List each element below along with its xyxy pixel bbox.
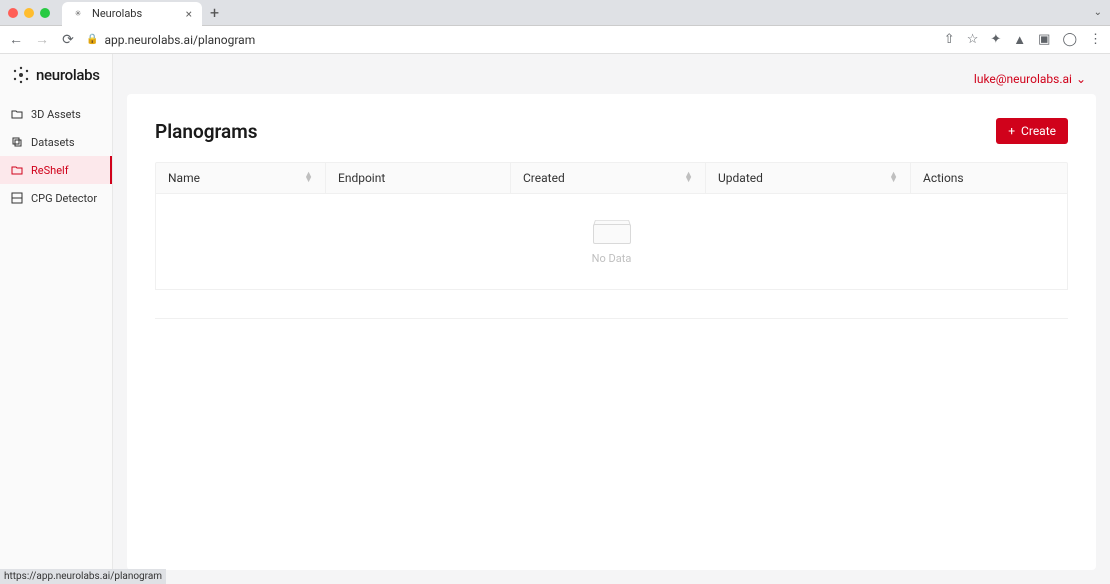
close-window-icon[interactable] [8, 8, 18, 18]
table-footer [155, 318, 1068, 319]
forward-button[interactable]: → [34, 31, 50, 48]
copy-icon [11, 136, 23, 148]
user-email-text: luke@neurolabs.ai [974, 72, 1072, 86]
reload-button[interactable]: ⟳ [60, 32, 76, 48]
column-header-name[interactable]: Name ▲▼ [156, 163, 326, 193]
folder-icon [11, 108, 23, 120]
tab-title: Neurolabs [92, 7, 178, 20]
column-header-updated[interactable]: Updated ▲▼ [706, 163, 911, 193]
column-label: Endpoint [338, 171, 385, 185]
user-menu[interactable]: luke@neurolabs.ai ⌄ [974, 72, 1086, 86]
column-label: Created [523, 171, 565, 185]
sidebar: neurolabs 3D Assets Datasets ReShelf [0, 54, 113, 584]
empty-inbox-icon [593, 218, 631, 244]
page-title: Planograms [155, 120, 258, 143]
empty-state: No Data [155, 194, 1068, 290]
tab-favicon-icon: ✳ [72, 8, 84, 20]
profile-icon[interactable]: ◯ [1062, 32, 1077, 48]
lock-icon: 🔒 [86, 34, 98, 45]
column-header-actions: Actions [911, 163, 1067, 193]
chevron-down-icon: ⌄ [1076, 72, 1086, 86]
address-bar: ← → ⟳ 🔒 app.neurolabs.ai/planogram ⇧ ☆ ✦… [0, 26, 1110, 54]
sidebar-item-3d-assets[interactable]: 3D Assets [0, 100, 112, 128]
table-header-row: Name ▲▼ Endpoint Created ▲▼ Updated ▲▼ A… [155, 162, 1068, 194]
scan-icon [11, 192, 23, 204]
back-button[interactable]: ← [8, 31, 24, 48]
tab-list-dropdown-icon[interactable]: ⌄ [1094, 7, 1102, 18]
url-text: app.neurolabs.ai/planogram [104, 33, 255, 47]
column-header-created[interactable]: Created ▲▼ [511, 163, 706, 193]
extension-icon[interactable]: ▲ [1013, 32, 1026, 48]
browser-tab-bar: ✳ Neurolabs × + ⌄ [0, 0, 1110, 26]
sidebar-item-label: ReShelf [31, 164, 69, 177]
column-label: Actions [923, 171, 964, 185]
new-tab-button[interactable]: + [210, 3, 219, 22]
logo-text: neurolabs [36, 66, 100, 84]
sidebar-item-label: CPG Detector [31, 192, 97, 205]
empty-text: No Data [592, 252, 632, 265]
logo-mark-icon [12, 66, 30, 84]
bookmark-icon[interactable]: ☆ [967, 32, 979, 48]
browser-status-bar: https://app.neurolabs.ai/planogram [0, 569, 166, 584]
maximize-window-icon[interactable] [40, 8, 50, 18]
extensions-icon[interactable]: ✦ [990, 32, 1001, 48]
sort-icon: ▲▼ [684, 173, 693, 183]
nav-list: 3D Assets Datasets ReShelf CPG Detector [0, 100, 112, 212]
column-label: Updated [718, 171, 763, 185]
window-controls [8, 8, 50, 18]
url-input[interactable]: 🔒 app.neurolabs.ai/planogram [86, 33, 934, 47]
sidebar-item-label: 3D Assets [31, 108, 81, 121]
plus-icon: + [1008, 124, 1015, 138]
browser-tab[interactable]: ✳ Neurolabs × [62, 2, 202, 26]
content-card: Planograms + Create Name ▲▼ Endpoint Cre… [127, 94, 1096, 570]
browser-toolbar-icons: ⇧ ☆ ✦ ▲ ▣ ◯ ⋮ [944, 32, 1102, 48]
sidebar-item-datasets[interactable]: Datasets [0, 128, 112, 156]
column-label: Name [168, 171, 200, 185]
logo[interactable]: neurolabs [0, 54, 112, 96]
app-container: neurolabs 3D Assets Datasets ReShelf [0, 54, 1110, 584]
sidebar-item-label: Datasets [31, 136, 75, 149]
close-tab-icon[interactable]: × [186, 7, 192, 21]
minimize-window-icon[interactable] [24, 8, 34, 18]
folder-icon [11, 164, 23, 176]
sort-icon: ▲▼ [889, 173, 898, 183]
menu-icon[interactable]: ⋮ [1089, 32, 1102, 48]
share-icon[interactable]: ⇧ [944, 32, 955, 48]
column-header-endpoint[interactable]: Endpoint [326, 163, 511, 193]
sidebar-item-cpg-detector[interactable]: CPG Detector [0, 184, 112, 212]
main-content: luke@neurolabs.ai ⌄ Planograms + Create … [113, 54, 1110, 584]
sidebar-item-reshelf[interactable]: ReShelf [0, 156, 112, 184]
sort-icon: ▲▼ [304, 173, 313, 183]
create-button-label: Create [1021, 124, 1056, 138]
user-bar: luke@neurolabs.ai ⌄ [127, 68, 1096, 94]
panel-icon[interactable]: ▣ [1038, 32, 1050, 48]
create-button[interactable]: + Create [996, 118, 1068, 144]
card-header: Planograms + Create [155, 118, 1068, 144]
